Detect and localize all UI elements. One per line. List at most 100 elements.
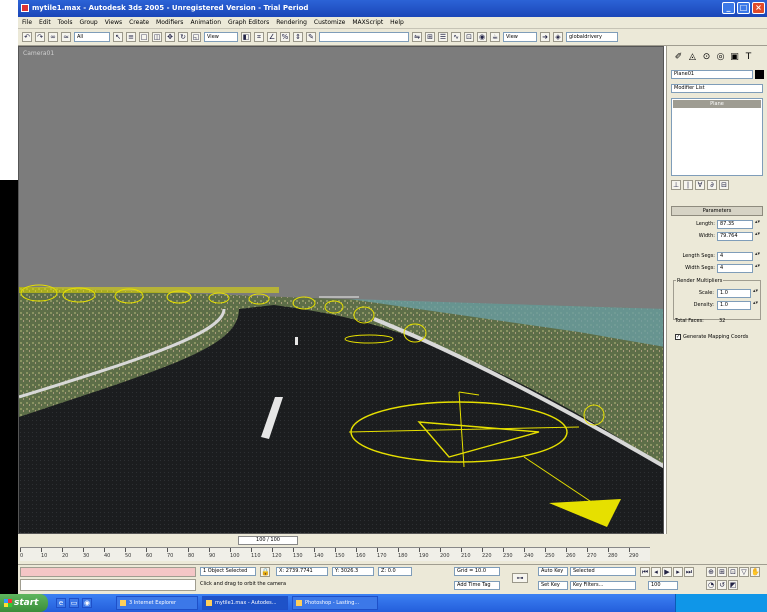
menu-edit[interactable]: Edit — [39, 19, 51, 26]
menu-graph-editors[interactable]: Graph Editors — [228, 19, 269, 26]
align-icon[interactable]: ⊞ — [425, 32, 435, 42]
zoom-extents-icon[interactable]: ⊡ — [728, 567, 738, 577]
scale-icon[interactable]: ◱ — [191, 32, 201, 42]
fov-icon[interactable]: ▽ — [739, 567, 749, 577]
curve-editor-icon[interactable]: ∿ — [451, 32, 461, 42]
show-end-result-icon[interactable]: ∣ — [683, 180, 693, 190]
create-tab-icon[interactable]: ✐ — [673, 52, 684, 63]
angle-snap-icon[interactable]: ∠ — [267, 32, 277, 42]
percent-snap-icon[interactable]: % — [280, 32, 290, 42]
unlink-icon[interactable]: ≈ — [61, 32, 71, 42]
modify-tab-icon[interactable]: ◬ — [687, 52, 698, 63]
key-icon[interactable]: ⊶ — [512, 573, 528, 583]
pivot-icon[interactable]: ◧ — [241, 32, 251, 42]
mirror-icon[interactable]: ⇋ — [412, 32, 422, 42]
reactor-dropdown[interactable]: globaldrivery — [566, 32, 618, 42]
play-icon[interactable]: ▶ — [662, 567, 672, 577]
title-bar[interactable]: mytile1.max - Autodesk 3ds 2005 - Unregi… — [18, 0, 767, 17]
layer-icon[interactable]: ☰ — [438, 32, 448, 42]
current-frame-field[interactable]: 100 — [648, 581, 678, 590]
hierarchy-tab-icon[interactable]: ⊙ — [701, 52, 712, 63]
key-mode-dropdown[interactable]: Selected — [570, 567, 636, 576]
width-segs-spinner[interactable]: ▴▾ — [755, 264, 760, 273]
density-input[interactable]: 1.0 — [717, 301, 751, 310]
scale-spinner[interactable]: ▴▾ — [753, 289, 758, 298]
reference-coord-dropdown[interactable]: View — [204, 32, 238, 42]
maxscript-listener[interactable] — [20, 567, 196, 577]
render-type-dropdown[interactable]: View — [503, 32, 537, 42]
menu-group[interactable]: Group — [79, 19, 97, 26]
menu-modifiers[interactable]: Modifiers — [156, 19, 183, 26]
pan-icon[interactable]: ✋ — [750, 567, 760, 577]
taskbar-item-3dsmax[interactable]: mytile1.max - Autodes... — [202, 596, 288, 610]
menu-rendering[interactable]: Rendering — [276, 19, 307, 26]
menu-customize[interactable]: Customize — [314, 19, 346, 26]
schematic-icon[interactable]: ⊡ — [464, 32, 474, 42]
display-tab-icon[interactable]: ▣ — [729, 52, 740, 63]
snap-icon[interactable]: ⌗ — [254, 32, 264, 42]
parameters-rollout-header[interactable]: Parameters — [671, 206, 763, 216]
render-scene-icon[interactable]: ☕ — [490, 32, 500, 42]
named-selection-sets[interactable] — [319, 32, 409, 42]
roll-icon[interactable]: ↺ — [717, 579, 727, 590]
width-spinner[interactable]: ▴▾ — [755, 232, 760, 241]
media-quicklaunch-icon[interactable]: ◉ — [82, 598, 92, 608]
rotate-icon[interactable]: ↻ — [178, 32, 188, 42]
link-icon[interactable]: ∞ — [48, 32, 58, 42]
select-by-name-icon[interactable]: ≡ — [126, 32, 136, 42]
taskbar-item-photoshop[interactable]: Photoshop - Lasting... — [292, 596, 378, 610]
camera-viewport[interactable]: Camera01 — [18, 46, 664, 534]
prev-frame-icon[interactable]: ◂ — [651, 567, 661, 577]
taskbar-item-ie[interactable]: 3 Internet Explorer — [116, 596, 198, 610]
width-segs-input[interactable]: 4 — [717, 264, 753, 273]
y-coord-field[interactable]: Y: 3026.3 — [332, 567, 374, 576]
x-coord-field[interactable]: X: 2739.7741 — [276, 567, 328, 576]
utilities-tab-icon[interactable]: T — [743, 52, 754, 63]
motion-tab-icon[interactable]: ◎ — [715, 52, 726, 63]
density-spinner[interactable]: ▴▾ — [753, 301, 758, 310]
quick-render-icon[interactable]: ➜ — [540, 32, 550, 42]
menu-help[interactable]: Help — [390, 19, 404, 26]
make-unique-icon[interactable]: ∀ — [695, 180, 705, 190]
time-slider[interactable]: 100 / 100 — [238, 536, 298, 545]
redo-icon[interactable]: ↷ — [35, 32, 45, 42]
maximize-viewport-icon[interactable]: ◩ — [728, 579, 738, 590]
generate-mapping-checkbox[interactable]: ✓ — [675, 334, 681, 340]
named-selection-icon[interactable]: ✎ — [306, 32, 316, 42]
zoom-all-icon[interactable]: ⊞ — [717, 567, 727, 577]
remove-modifier-icon[interactable]: ∂ — [707, 180, 717, 190]
goto-end-icon[interactable]: ⏭ — [684, 567, 694, 577]
next-frame-icon[interactable]: ▸ — [673, 567, 683, 577]
menu-tools[interactable]: Tools — [58, 19, 73, 26]
length-segs-spinner[interactable]: ▴▾ — [755, 252, 760, 261]
lock-selection-icon[interactable]: 🔒 — [260, 567, 270, 577]
goto-start-icon[interactable]: ⏮ — [640, 567, 650, 577]
window-crossing-icon[interactable]: ◫ — [152, 32, 162, 42]
maximize-button[interactable]: □ — [737, 2, 750, 14]
selection-filter-dropdown[interactable]: All — [74, 32, 110, 42]
stack-item-plane[interactable]: Plane — [673, 100, 761, 108]
system-tray[interactable] — [675, 594, 767, 612]
move-icon[interactable]: ✥ — [165, 32, 175, 42]
length-segs-input[interactable]: 4 — [717, 252, 753, 261]
object-color-swatch[interactable] — [755, 70, 764, 79]
object-name-field[interactable]: Plane01 — [671, 70, 753, 79]
length-input[interactable]: 87.35 — [717, 220, 753, 229]
track-bar[interactable]: 0 10 20 30 40 50 60 70 80 90 100 110 120… — [20, 547, 650, 561]
auto-key-button[interactable]: Auto Key — [538, 567, 568, 576]
spinner-snap-icon[interactable]: ⇕ — [293, 32, 303, 42]
z-coord-field[interactable]: Z: 0.0 — [378, 567, 412, 576]
material-editor-icon[interactable]: ◉ — [477, 32, 487, 42]
menu-views[interactable]: Views — [105, 19, 122, 26]
zoom-icon[interactable]: ⊕ — [706, 567, 716, 577]
menu-create[interactable]: Create — [129, 19, 149, 26]
key-filters-button[interactable]: Key Filters... — [570, 581, 636, 590]
set-key-button[interactable]: Set Key — [538, 581, 568, 590]
width-input[interactable]: 79.764 — [717, 232, 753, 241]
menu-file[interactable]: File — [22, 19, 32, 26]
region-select-icon[interactable]: □ — [139, 32, 149, 42]
menu-animation[interactable]: Animation — [190, 19, 221, 26]
maxscript-mini-listener[interactable] — [20, 579, 196, 591]
menu-maxscript[interactable]: MAXScript — [352, 19, 383, 26]
desktop-quicklaunch-icon[interactable]: ▭ — [69, 598, 79, 608]
